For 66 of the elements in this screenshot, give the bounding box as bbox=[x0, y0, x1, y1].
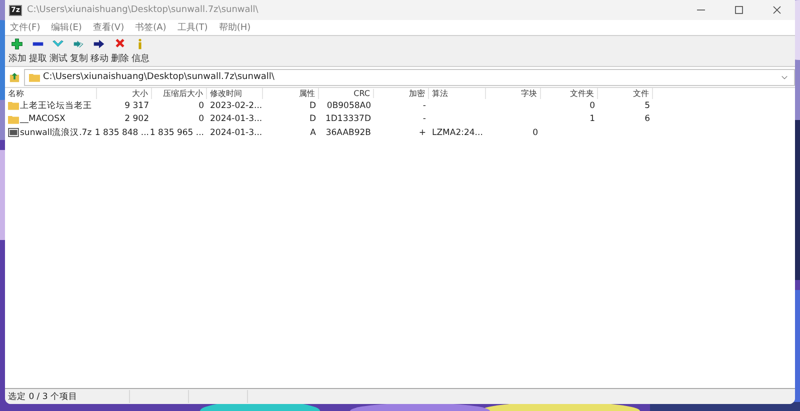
column-header[interactable]: 文件夹 bbox=[541, 88, 598, 99]
table-cell: D bbox=[309, 100, 316, 111]
arrow-icon bbox=[93, 38, 106, 50]
window-title: C:\Users\xiunaishuang\Desktop\sunwall.7z\sunwall\ bbox=[26, 5, 258, 15]
check-icon bbox=[52, 38, 64, 50]
toolbar-button[interactable]: 信息 bbox=[130, 36, 150, 66]
folder-icon bbox=[29, 72, 40, 82]
column-header[interactable]: CRC bbox=[319, 89, 374, 98]
table-cell: LZMA2:24... bbox=[432, 128, 483, 138]
address-field[interactable]: C:\Users\xiunaishuang\Desktop\sunwall.7z\sunwall\ bbox=[24, 68, 795, 86]
double-arrow-icon bbox=[72, 38, 85, 50]
menu-item[interactable]: 书签(A) bbox=[135, 21, 166, 34]
column-header[interactable]: 大小 bbox=[97, 88, 152, 99]
table-cell: 2 902 bbox=[124, 114, 149, 124]
table-cell: 0 bbox=[198, 114, 204, 124]
table-cell: - bbox=[422, 114, 426, 124]
table-cell: 36AAB92B bbox=[326, 128, 371, 138]
table-cell: D bbox=[309, 114, 316, 124]
menu-item[interactable]: 工具(T) bbox=[177, 21, 208, 34]
column-header[interactable]: 修改时间 bbox=[207, 88, 263, 99]
table-cell: 1 bbox=[590, 114, 595, 124]
table-cell: 1 835 848 ... bbox=[94, 128, 149, 138]
table-cell: 0 bbox=[198, 100, 204, 111]
file-name[interactable]: 上老王论坛当老王 bbox=[20, 100, 92, 112]
up-folder-icon[interactable] bbox=[9, 72, 20, 82]
cross-icon bbox=[114, 38, 126, 50]
menu-item[interactable]: 查看(V) bbox=[92, 21, 124, 34]
table-cell: 9 317 bbox=[124, 100, 149, 111]
table-cell: A bbox=[310, 128, 316, 138]
column-header[interactable]: 名称 bbox=[5, 88, 97, 99]
toolbar-button[interactable]: 提取 bbox=[28, 36, 48, 66]
maximize-icon[interactable] bbox=[734, 5, 744, 15]
dropdown-icon[interactable] bbox=[781, 74, 788, 80]
table-cell: 2023-02-2... bbox=[210, 100, 262, 111]
table-cell: 1D13337D bbox=[325, 114, 371, 124]
toolbar-button[interactable]: 添加 bbox=[7, 36, 28, 66]
table-cell: - bbox=[422, 100, 426, 111]
table-cell: 5 bbox=[644, 100, 650, 111]
toolbar-button[interactable]: 删除 bbox=[110, 36, 130, 66]
column-header[interactable]: 压缩后大小 bbox=[152, 88, 207, 99]
plus-icon bbox=[11, 38, 24, 50]
archive-icon bbox=[8, 128, 19, 138]
column-header[interactable]: 加密 bbox=[374, 88, 429, 99]
table-cell: 6 bbox=[644, 114, 650, 124]
column-header[interactable]: 字块 bbox=[486, 88, 541, 99]
folder-icon bbox=[8, 114, 19, 124]
table-cell: 0 bbox=[532, 128, 538, 138]
table-cell: 2024-01-3... bbox=[210, 128, 262, 138]
close-icon[interactable] bbox=[772, 5, 782, 15]
column-header[interactable]: 文件 bbox=[598, 88, 653, 99]
menu-item[interactable]: 编辑(E) bbox=[51, 21, 82, 34]
toolbar-button[interactable]: 测试 bbox=[48, 36, 68, 66]
column-header[interactable]: 算法 bbox=[429, 88, 486, 99]
table-cell: + bbox=[418, 128, 426, 138]
status-text: 选定 0 / 3 个项目 bbox=[5, 390, 130, 403]
menu-item[interactable]: 帮助(H) bbox=[218, 21, 251, 34]
table-cell: 0B9058A0 bbox=[326, 100, 371, 111]
file-name[interactable]: sunwall流浪汉.7z bbox=[20, 126, 92, 139]
column-header[interactable]: 属性 bbox=[263, 88, 319, 99]
table-cell: 1 835 965 ... bbox=[150, 128, 204, 138]
table-cell: 2024-01-3... bbox=[210, 114, 262, 124]
table-cell: 0 bbox=[590, 100, 595, 111]
toolbar-button[interactable]: 复制 bbox=[68, 36, 89, 66]
toolbar-button[interactable]: 移动 bbox=[89, 36, 110, 66]
file-name[interactable]: __MACOSX bbox=[20, 114, 66, 124]
menu-item[interactable]: 文件(F) bbox=[10, 21, 40, 34]
